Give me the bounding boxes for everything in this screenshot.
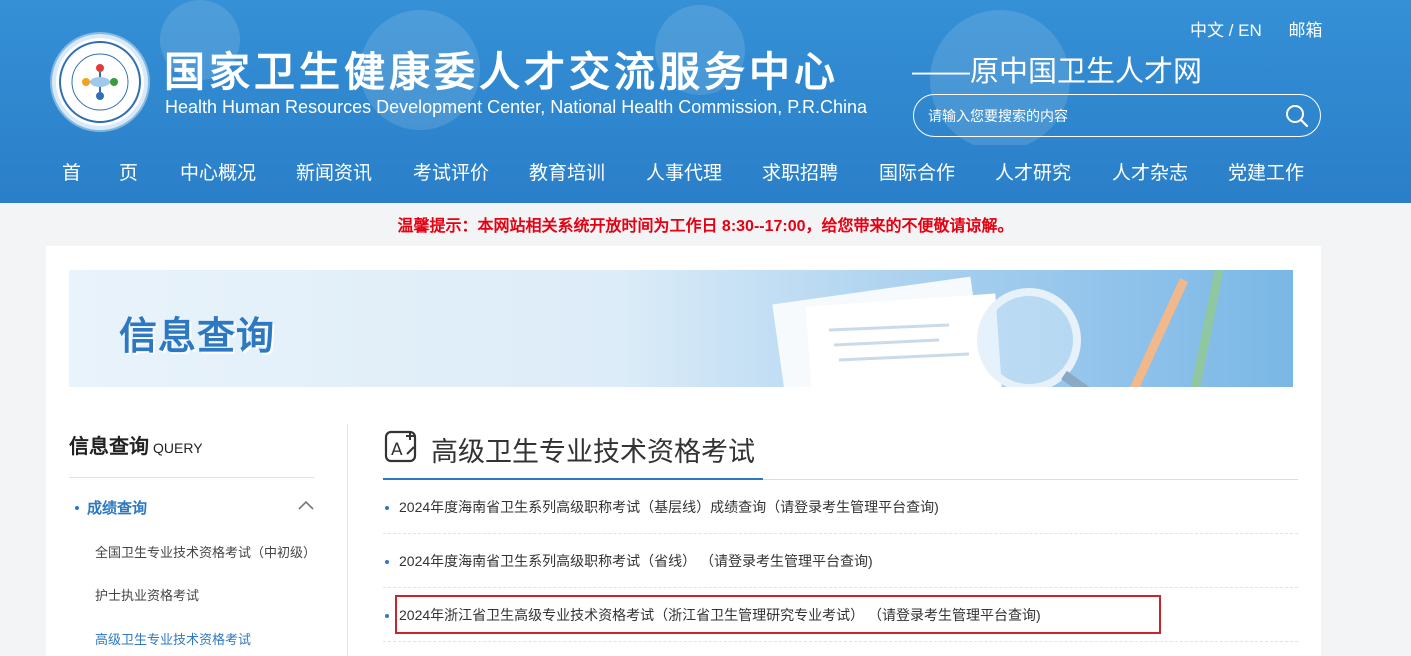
sidebar-group-scores[interactable]: 成绩查询: [75, 497, 147, 518]
list-item-link[interactable]: 2024年度海南省卫生系列高级职称考试（基层线）成绩查询（请登录考生管理平台查询…: [399, 497, 939, 517]
search-input[interactable]: [928, 104, 1268, 128]
sidebar-title: 信息查询 QUERY: [69, 430, 203, 459]
sidebar-title-cn: 信息查询: [69, 436, 149, 458]
site-slogan: ——原中国卫生人才网: [912, 56, 1203, 88]
svg-text:A: A: [391, 440, 403, 460]
site-title: 国家卫生健康委人才交流服务中心: [164, 49, 839, 95]
nav-item-personnel[interactable]: 人事代理: [646, 158, 722, 185]
language-switch-link[interactable]: 中文 / EN: [1190, 21, 1262, 40]
top-links: 中文 / EN 邮箱: [1190, 16, 1323, 41]
organization-logo[interactable]: [52, 34, 148, 130]
nav-item-magazine[interactable]: 人才杂志: [1112, 158, 1188, 185]
nav-item-party[interactable]: 党建工作: [1228, 158, 1304, 185]
chevron-up-icon[interactable]: [297, 498, 315, 512]
nav-item-research[interactable]: 人才研究: [995, 158, 1071, 185]
bullet-dot-icon: [75, 505, 79, 510]
sidebar-divider: [69, 477, 314, 478]
main-nav: 首 页 中心概况 新闻资讯 考试评价 教育培训 人事代理 求职招聘 国际合作 人…: [0, 158, 1411, 188]
search-icon[interactable]: [1284, 103, 1310, 129]
sidebar-item-national-exam[interactable]: 全国卫生专业技术资格考试（中初级）: [95, 542, 316, 561]
sidebar-title-en: QUERY: [153, 440, 203, 456]
mailbox-link[interactable]: 邮箱: [1289, 21, 1323, 40]
nav-item-training[interactable]: 教育培训: [529, 158, 605, 185]
search-box: [913, 94, 1321, 137]
notice-banner: 温馨提示：本网站相关系统开放时间为工作日 8:30--17:00，给您带来的不便…: [397, 218, 1014, 235]
section-title: 高级卫生专业技术资格考试: [431, 437, 755, 467]
nav-item-jobs[interactable]: 求职招聘: [762, 158, 838, 185]
banner-title: 信息查询: [119, 316, 276, 358]
column-divider: [347, 424, 348, 656]
list-item-link[interactable]: 2024年度海南省卫生系列高级职称考试（省线） （请登录考生管理平台查询): [399, 551, 873, 571]
site-subtitle-english: Health Human Resources Development Cente…: [165, 97, 867, 117]
bullet-dot-icon: [385, 560, 389, 564]
sidebar-item-nurse-exam[interactable]: 护士执业资格考试: [95, 585, 199, 604]
bullet-dot-icon: [385, 614, 389, 618]
bullet-dot-icon: [385, 506, 389, 510]
logo-emblem-icon: [59, 41, 141, 123]
nav-item-international[interactable]: 国际合作: [879, 158, 955, 185]
nav-item-home[interactable]: 首 页: [62, 158, 138, 185]
list-item[interactable]: 2024年度海南省卫生系列高级职称考试（基层线）成绩查询（请登录考生管理平台查询…: [383, 480, 1298, 534]
sidebar-group-label: 成绩查询: [87, 500, 148, 517]
sidebar-item-senior-exam[interactable]: 高级卫生专业技术资格考试: [95, 629, 251, 648]
content-card: 信息查询 信息查询 QUERY 成绩查询 全国卫生专业技术资格考试（中初级） 护士…: [46, 246, 1321, 656]
site-header: 国家卫生健康委人才交流服务中心 Health Human Resources D…: [0, 0, 1411, 203]
nav-item-about[interactable]: 中心概况: [180, 158, 256, 185]
page-banner: 信息查询: [69, 270, 1293, 387]
nav-item-exam[interactable]: 考试评价: [413, 158, 489, 185]
edit-text-icon: A: [384, 430, 417, 463]
nav-item-news[interactable]: 新闻资讯: [296, 158, 372, 185]
list-item[interactable]: 2024年度海南省卫生系列高级职称考试（省线） （请登录考生管理平台查询): [383, 534, 1298, 588]
highlight-annotation-box: [395, 595, 1161, 634]
